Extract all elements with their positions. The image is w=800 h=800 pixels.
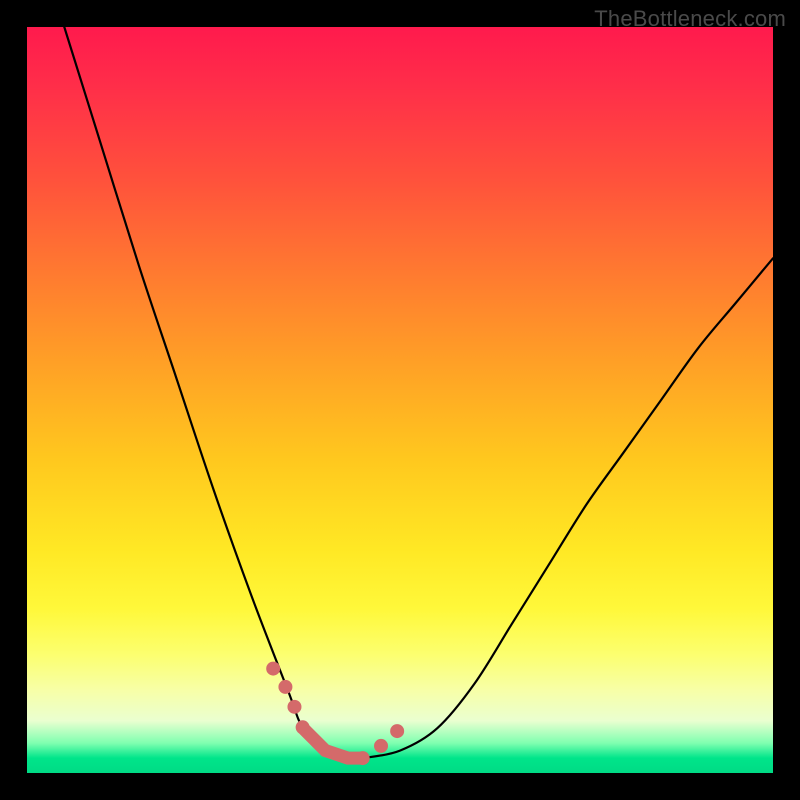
chart-frame: TheBottleneck.com bbox=[0, 0, 800, 800]
attribution-text: TheBottleneck.com bbox=[594, 6, 786, 32]
curve-layer bbox=[27, 27, 773, 773]
plot-area bbox=[27, 27, 773, 773]
optimal-window-floor bbox=[303, 728, 363, 758]
bottleneck-curve bbox=[64, 27, 773, 759]
